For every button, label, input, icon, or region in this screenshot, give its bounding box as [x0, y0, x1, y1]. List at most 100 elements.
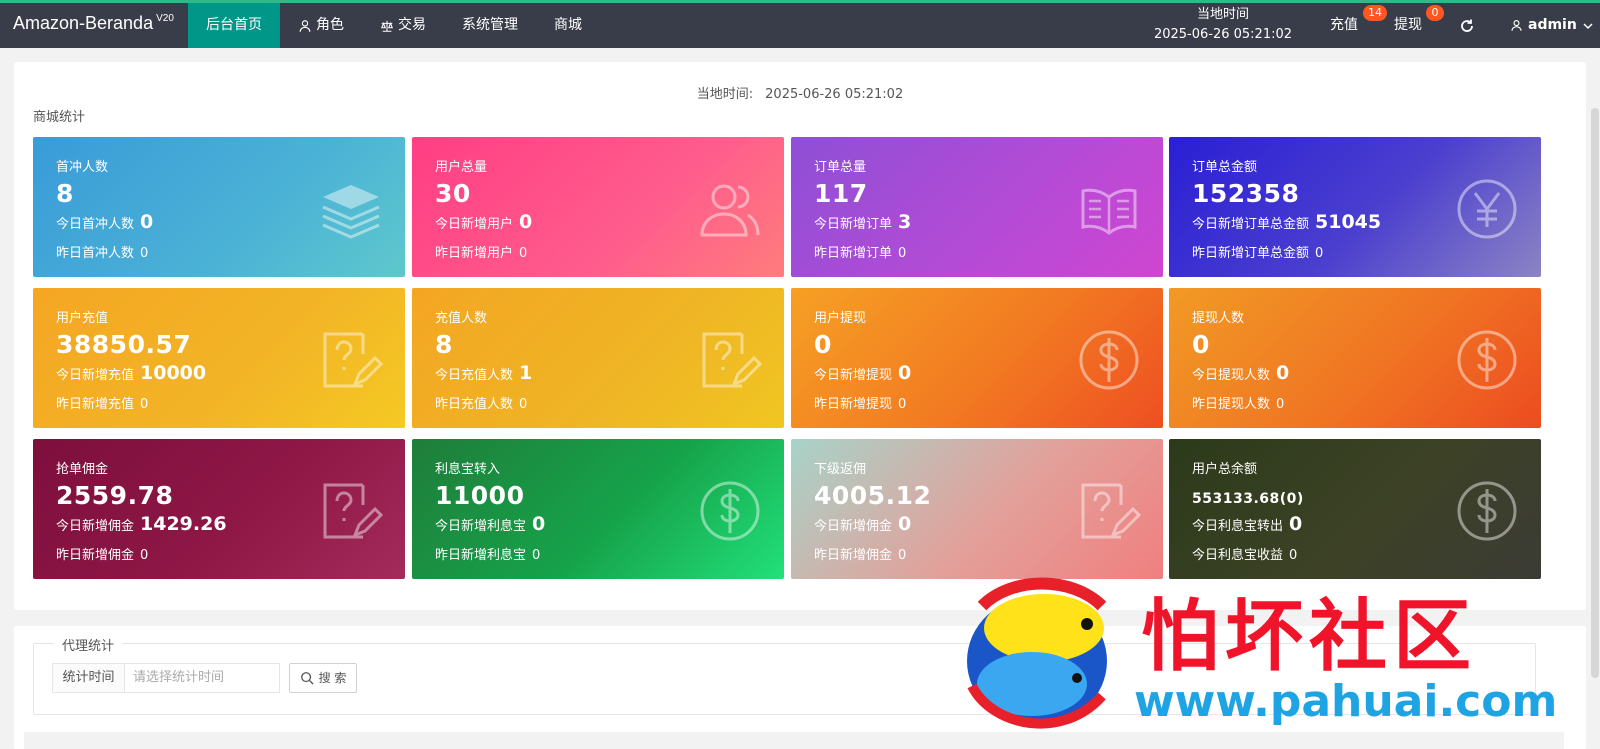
- card-today: 今日新增利息宝 0: [435, 513, 545, 535]
- nav-item-label: 角色: [316, 17, 344, 33]
- card-yesterday: 昨日新增佣金 0: [814, 544, 906, 563]
- card-title: 订单总量: [814, 160, 867, 175]
- nav-item-label: 后台首页: [206, 17, 262, 33]
- brand-name: Amazon-Beranda: [13, 13, 154, 33]
- local-time: 当地时间: 2025-06-26 05:21:02: [14, 83, 1586, 102]
- question-edit-icon: [323, 332, 383, 388]
- card-yesterday-label: 昨日提现人数: [1192, 397, 1271, 412]
- card-yesterday-value: 0: [140, 548, 149, 563]
- card-yesterday-value: 0: [519, 397, 528, 412]
- card-yesterday-value: 0: [519, 246, 528, 261]
- scrollbar-thumb[interactable]: [1591, 108, 1599, 678]
- card-today-value: 10000: [140, 362, 207, 384]
- search-icon: [300, 672, 314, 685]
- stat-card-first-deposit: 首冲人数 8 今日首冲人数 0 昨日首冲人数 0: [33, 137, 405, 277]
- stat-card-total-balance: 用户总余额 553133.68(0) 今日利息宝转出 0 今日利息宝收益 0: [1169, 439, 1541, 579]
- card-yesterday: 昨日新增利息宝 0: [435, 544, 540, 563]
- card-today-label: 今日新增佣金: [814, 519, 893, 534]
- recharge-label: 充值: [1330, 17, 1358, 33]
- card-yesterday: 昨日首冲人数 0: [56, 242, 148, 261]
- refresh-icon[interactable]: [1459, 18, 1475, 34]
- card-today: 今日新增充值 10000: [56, 362, 206, 384]
- card-today-value: 3: [898, 211, 912, 233]
- card-today: 今日新增用户 0: [435, 211, 532, 233]
- question-edit-icon: [323, 483, 383, 539]
- stat-card-interest-in: 利息宝转入 11000 今日新增利息宝 0 昨日新增利息宝 0: [412, 439, 784, 579]
- users-icon: [700, 184, 760, 237]
- card-today-label: 今日新增订单总金额: [1192, 217, 1310, 232]
- user-icon: [1511, 20, 1522, 31]
- page-scrollbar[interactable]: [1590, 48, 1600, 749]
- user-menu[interactable]: admin: [1510, 3, 1593, 48]
- card-value: 4005.12: [814, 481, 932, 510]
- stat-time-input[interactable]: 请选择统计时间: [124, 663, 280, 693]
- recharge-button[interactable]: 充值: [1330, 3, 1358, 48]
- fish-logo-icon: [967, 577, 1107, 729]
- card-yesterday-value: 0: [1276, 397, 1285, 412]
- recharge-badge: 14: [1363, 5, 1387, 21]
- question-edit-icon: [702, 332, 762, 388]
- book-icon: [1081, 188, 1137, 235]
- card-today-value: 51045: [1315, 211, 1382, 233]
- card-yesterday-label: 昨日首冲人数: [56, 246, 135, 261]
- card-yesterday-value: 0: [898, 246, 907, 261]
- card-today: 今日新增提现 0: [814, 362, 911, 384]
- brand-version: V20: [156, 13, 174, 24]
- nav-item-trade[interactable]: 交易: [362, 3, 444, 48]
- scale-icon: [380, 20, 394, 32]
- card-title: 下级返佣: [814, 462, 867, 477]
- withdraw-button[interactable]: 提现: [1394, 3, 1422, 48]
- nav-item-home[interactable]: 后台首页: [188, 3, 280, 48]
- card-yesterday-label: 昨日新增利息宝: [435, 548, 527, 563]
- dollar-icon: [700, 481, 760, 541]
- dollar-icon: [1457, 481, 1517, 541]
- agent-legend: 代理统计: [54, 635, 123, 654]
- card-value: 0: [814, 330, 832, 359]
- nav-item-system[interactable]: 系统管理: [444, 3, 536, 48]
- mall-stats-panel: 当地时间: 2025-06-26 05:21:02 商城统计 首冲人数 8 今日首…: [14, 62, 1586, 610]
- card-today-label: 今日首冲人数: [56, 217, 135, 232]
- card-yesterday-label: 昨日新增订单: [814, 246, 893, 261]
- card-today-label: 今日新增提现: [814, 368, 893, 383]
- card-today-value: 0: [898, 513, 912, 535]
- header-time-label: 当地时间: [1196, 7, 1249, 22]
- card-yesterday-label: 昨日充值人数: [435, 397, 514, 412]
- card-today-label: 今日充值人数: [435, 368, 514, 383]
- nav-item-mall[interactable]: 商城: [536, 3, 600, 48]
- card-today-label: 今日新增佣金: [56, 519, 135, 534]
- stat-card-withdraw-users: 提现人数 0 今日提现人数 0 昨日提现人数 0: [1169, 288, 1541, 428]
- card-yesterday: 昨日新增佣金 0: [56, 544, 148, 563]
- card-yesterday: 昨日新增充值 0: [56, 393, 148, 412]
- card-value: 152358: [1192, 179, 1300, 208]
- card-today: 今日首冲人数 0: [56, 211, 153, 233]
- watermark-text: 怕坏社区: [1141, 592, 1478, 682]
- card-today: 今日提现人数 0: [1192, 362, 1289, 384]
- card-title: 充值人数: [435, 311, 488, 326]
- search-button[interactable]: 搜 索: [289, 663, 357, 693]
- card-today-value: 0: [140, 211, 154, 233]
- card-yesterday-label: 昨日新增充值: [56, 397, 135, 412]
- stat-card-recharge: 用户充值 38850.57 今日新增充值 10000 昨日新增充值 0: [33, 288, 405, 428]
- card-value: 8: [56, 179, 74, 208]
- card-yesterday-label: 今日利息宝收益: [1192, 548, 1284, 563]
- card-today-value: 1: [519, 362, 533, 384]
- yen-icon: [1457, 179, 1517, 239]
- nav-item-roles[interactable]: 角色: [280, 3, 362, 48]
- card-today-value: 1429.26: [140, 513, 227, 535]
- card-today-label: 今日新增利息宝: [435, 519, 527, 534]
- app-brand[interactable]: Amazon-Beranda V20: [13, 13, 174, 34]
- card-title: 利息宝转入: [435, 462, 501, 477]
- card-today: 今日充值人数 1: [435, 362, 532, 384]
- card-yesterday: 今日利息宝收益 0: [1192, 544, 1297, 563]
- card-today: 今日利息宝转出 0: [1192, 513, 1302, 535]
- card-value: 38850.57: [56, 330, 192, 359]
- card-value: 30: [435, 179, 471, 208]
- card-title: 用户提现: [814, 311, 867, 326]
- card-yesterday-label: 昨日新增佣金: [814, 548, 893, 563]
- card-value: 11000: [435, 481, 525, 510]
- question-edit-icon: [1081, 483, 1141, 539]
- card-today-label: 今日新增用户: [435, 217, 514, 232]
- card-today-label: 今日利息宝转出: [1192, 519, 1284, 534]
- card-yesterday-value: 0: [140, 397, 149, 412]
- local-time-value: 2025-06-26 05:21:02: [765, 87, 904, 102]
